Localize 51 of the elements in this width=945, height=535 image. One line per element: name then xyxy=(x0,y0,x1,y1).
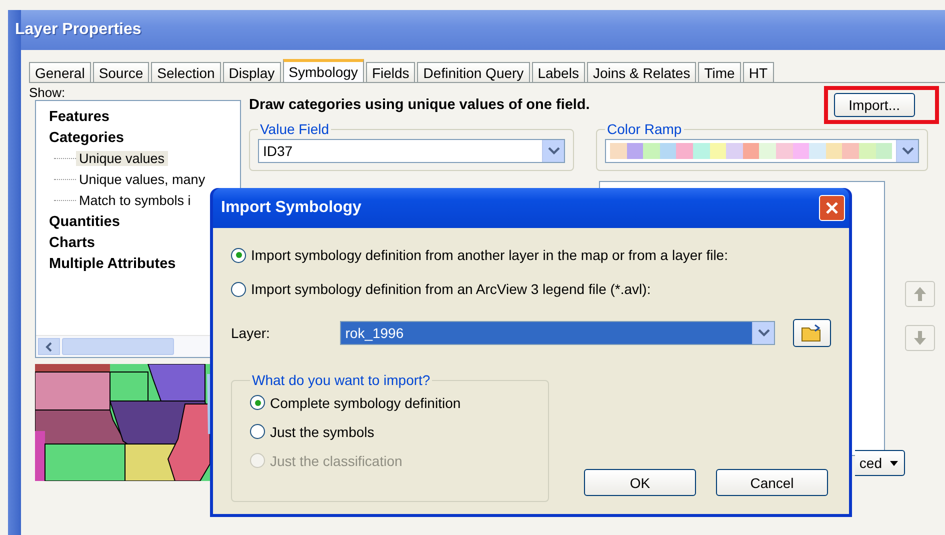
import-button[interactable]: Import... xyxy=(834,93,915,117)
tab[interactable]: Definition Query xyxy=(417,62,530,82)
scroll-left-icon[interactable] xyxy=(38,338,60,355)
scroll-thumb[interactable] xyxy=(62,338,174,355)
radio-label: Just the symbols xyxy=(270,424,374,440)
radio-button[interactable] xyxy=(250,424,265,439)
cancel-button[interactable]: Cancel xyxy=(716,469,828,496)
group-label: Value Field xyxy=(259,121,330,137)
tree-item[interactable]: Unique values, many xyxy=(76,172,208,187)
description-text: Draw categories using unique values of one field. xyxy=(249,97,590,113)
chevron-down-icon xyxy=(758,329,770,337)
tab[interactable]: Display xyxy=(222,62,281,82)
tab[interactable]: Joins & Relates xyxy=(586,62,696,82)
radio-label: Complete symbology definition xyxy=(270,394,461,410)
tree-item[interactable]: Features xyxy=(46,108,112,124)
tab[interactable]: Labels xyxy=(532,62,585,82)
tab[interactable]: Source xyxy=(92,62,150,82)
tree-item[interactable]: Categories xyxy=(46,130,127,146)
show-label: Show: xyxy=(29,85,66,100)
radio-label: Import symbology definition from another layer in the map or from a layer file: xyxy=(251,247,728,263)
radio-button[interactable] xyxy=(250,395,265,410)
chevron-down-icon xyxy=(902,147,914,155)
tab[interactable]: HT xyxy=(742,62,774,82)
advanced-button[interactable]: ced xyxy=(855,450,905,476)
group-label: Color Ramp xyxy=(606,121,683,137)
caret-down-icon xyxy=(890,460,898,466)
color-ramp-select[interactable] xyxy=(605,139,919,163)
dialog-title: Import Symbology xyxy=(221,199,362,217)
tree-item[interactable]: Match to symbols i xyxy=(76,193,194,208)
layer-label: Layer: xyxy=(231,325,271,341)
group-label: What do you want to import? xyxy=(251,372,432,388)
radio-button[interactable] xyxy=(231,248,246,262)
radio-label: Just the classification xyxy=(270,452,402,468)
window-title: Layer Properties xyxy=(15,21,142,39)
tree-item[interactable]: Multiple Attributes xyxy=(46,256,179,272)
radio-button[interactable] xyxy=(231,282,246,296)
layer-select[interactable]: rok_1996 xyxy=(340,321,776,345)
chevron-down-icon xyxy=(548,147,560,155)
tab[interactable]: General xyxy=(29,62,91,82)
tree-item[interactable]: Unique values xyxy=(76,151,168,166)
close-icon[interactable] xyxy=(819,195,845,221)
radio-label: Import symbology definition from an ArcView 3 legend file (*.avl): xyxy=(251,281,651,297)
tree-item[interactable]: Quantities xyxy=(46,214,123,230)
value-field-select[interactable]: ID37 xyxy=(258,139,565,163)
tree-item[interactable]: Charts xyxy=(46,234,98,250)
tab[interactable]: Selection xyxy=(151,62,221,82)
tab[interactable]: Time xyxy=(698,62,741,82)
folder-icon[interactable] xyxy=(793,319,831,347)
tab[interactable]: Fields xyxy=(366,62,416,82)
tab[interactable]: Symbology xyxy=(282,59,364,82)
ok-button[interactable]: OK xyxy=(584,469,696,496)
